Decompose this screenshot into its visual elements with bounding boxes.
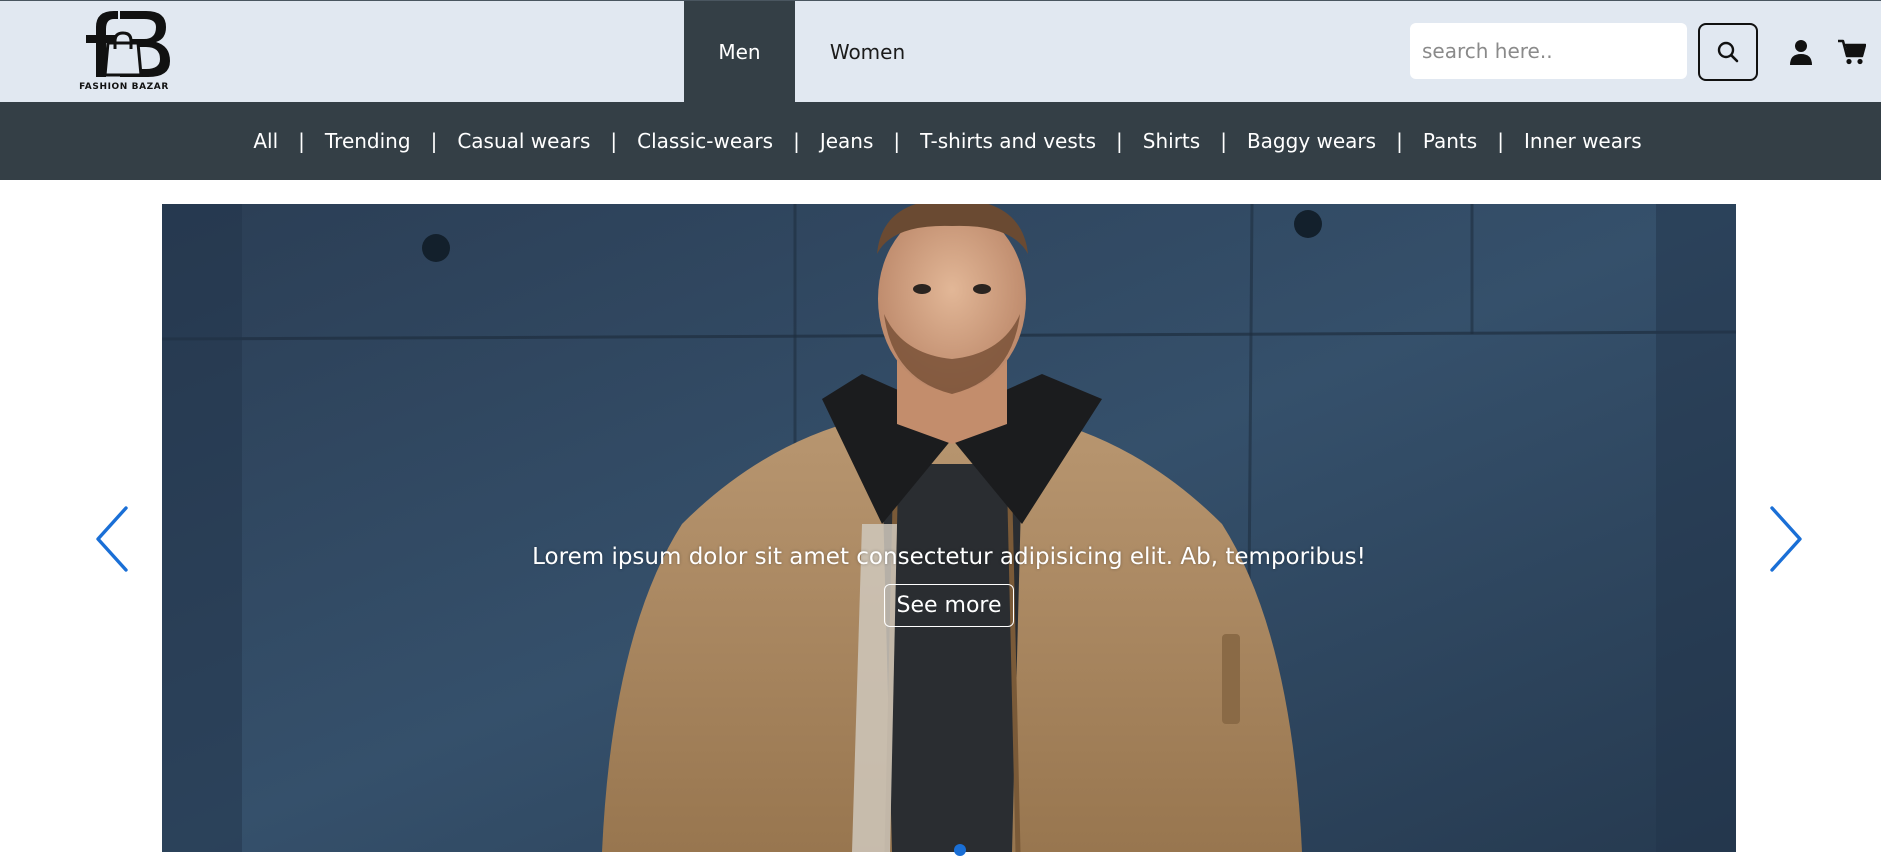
category-item-baggy-wears[interactable]: Baggy wears bbox=[1247, 129, 1376, 153]
category-separator: | bbox=[1396, 129, 1403, 153]
category-separator: | bbox=[1116, 129, 1123, 153]
search-button[interactable] bbox=[1698, 23, 1758, 81]
category-item-t-shirts-and-vests[interactable]: T-shirts and vests bbox=[920, 129, 1096, 153]
category-item-shirts[interactable]: Shirts bbox=[1143, 129, 1200, 153]
hero-carousel: Lorem ipsum dolor sit amet consectetur a… bbox=[0, 180, 1881, 856]
category-separator: | bbox=[610, 129, 618, 153]
logo-text: FASHION BAZAR bbox=[79, 82, 169, 92]
tab-men[interactable]: Men bbox=[684, 1, 795, 103]
category-item-all[interactable]: All bbox=[253, 129, 278, 153]
search-icon bbox=[1717, 41, 1739, 63]
category-separator: | bbox=[430, 129, 438, 153]
logo-monogram-icon bbox=[86, 11, 170, 77]
carousel-next-button[interactable] bbox=[1766, 504, 1806, 574]
hero-photo bbox=[162, 204, 1736, 852]
fashion-bazar-logo[interactable]: FASHION BAZAR bbox=[74, 9, 174, 95]
carousel-caption: Lorem ipsum dolor sit amet consectetur a… bbox=[162, 544, 1736, 627]
category-item-jeans[interactable]: Jeans bbox=[820, 129, 874, 153]
category-separator: | bbox=[793, 129, 800, 153]
tab-women[interactable]: Women bbox=[800, 1, 935, 103]
category-nav: All | Trending | Casual wears | Classic-wears |… bbox=[0, 102, 1881, 180]
category-item-trending[interactable]: Trending bbox=[325, 129, 411, 153]
category-item-inner-wears[interactable]: Inner wears bbox=[1524, 129, 1642, 153]
category-separator: | bbox=[298, 129, 305, 153]
user-icon[interactable] bbox=[1789, 39, 1813, 65]
top-header: FASHION BAZAR Men Women bbox=[0, 0, 1881, 103]
category-item-casual-wears[interactable]: Casual wears bbox=[457, 129, 590, 153]
caption-text: Lorem ipsum dolor sit amet consectetur a… bbox=[532, 544, 1366, 570]
chevron-left-icon bbox=[96, 506, 128, 572]
carousel-slide: Lorem ipsum dolor sit amet consectetur a… bbox=[162, 204, 1736, 852]
category-separator: | bbox=[1497, 129, 1504, 153]
carousel-indicator-active[interactable] bbox=[954, 844, 966, 856]
category-item-pants[interactable]: Pants bbox=[1423, 129, 1477, 153]
search-input[interactable] bbox=[1410, 23, 1687, 79]
see-more-button[interactable]: See more bbox=[884, 584, 1014, 627]
category-item-classic-wears[interactable]: Classic-wears bbox=[637, 129, 773, 153]
chevron-right-icon bbox=[1770, 506, 1802, 572]
carousel-prev-button[interactable] bbox=[92, 504, 132, 574]
category-separator: | bbox=[893, 129, 901, 153]
cart-icon[interactable] bbox=[1838, 39, 1866, 65]
category-separator: | bbox=[1220, 129, 1227, 153]
